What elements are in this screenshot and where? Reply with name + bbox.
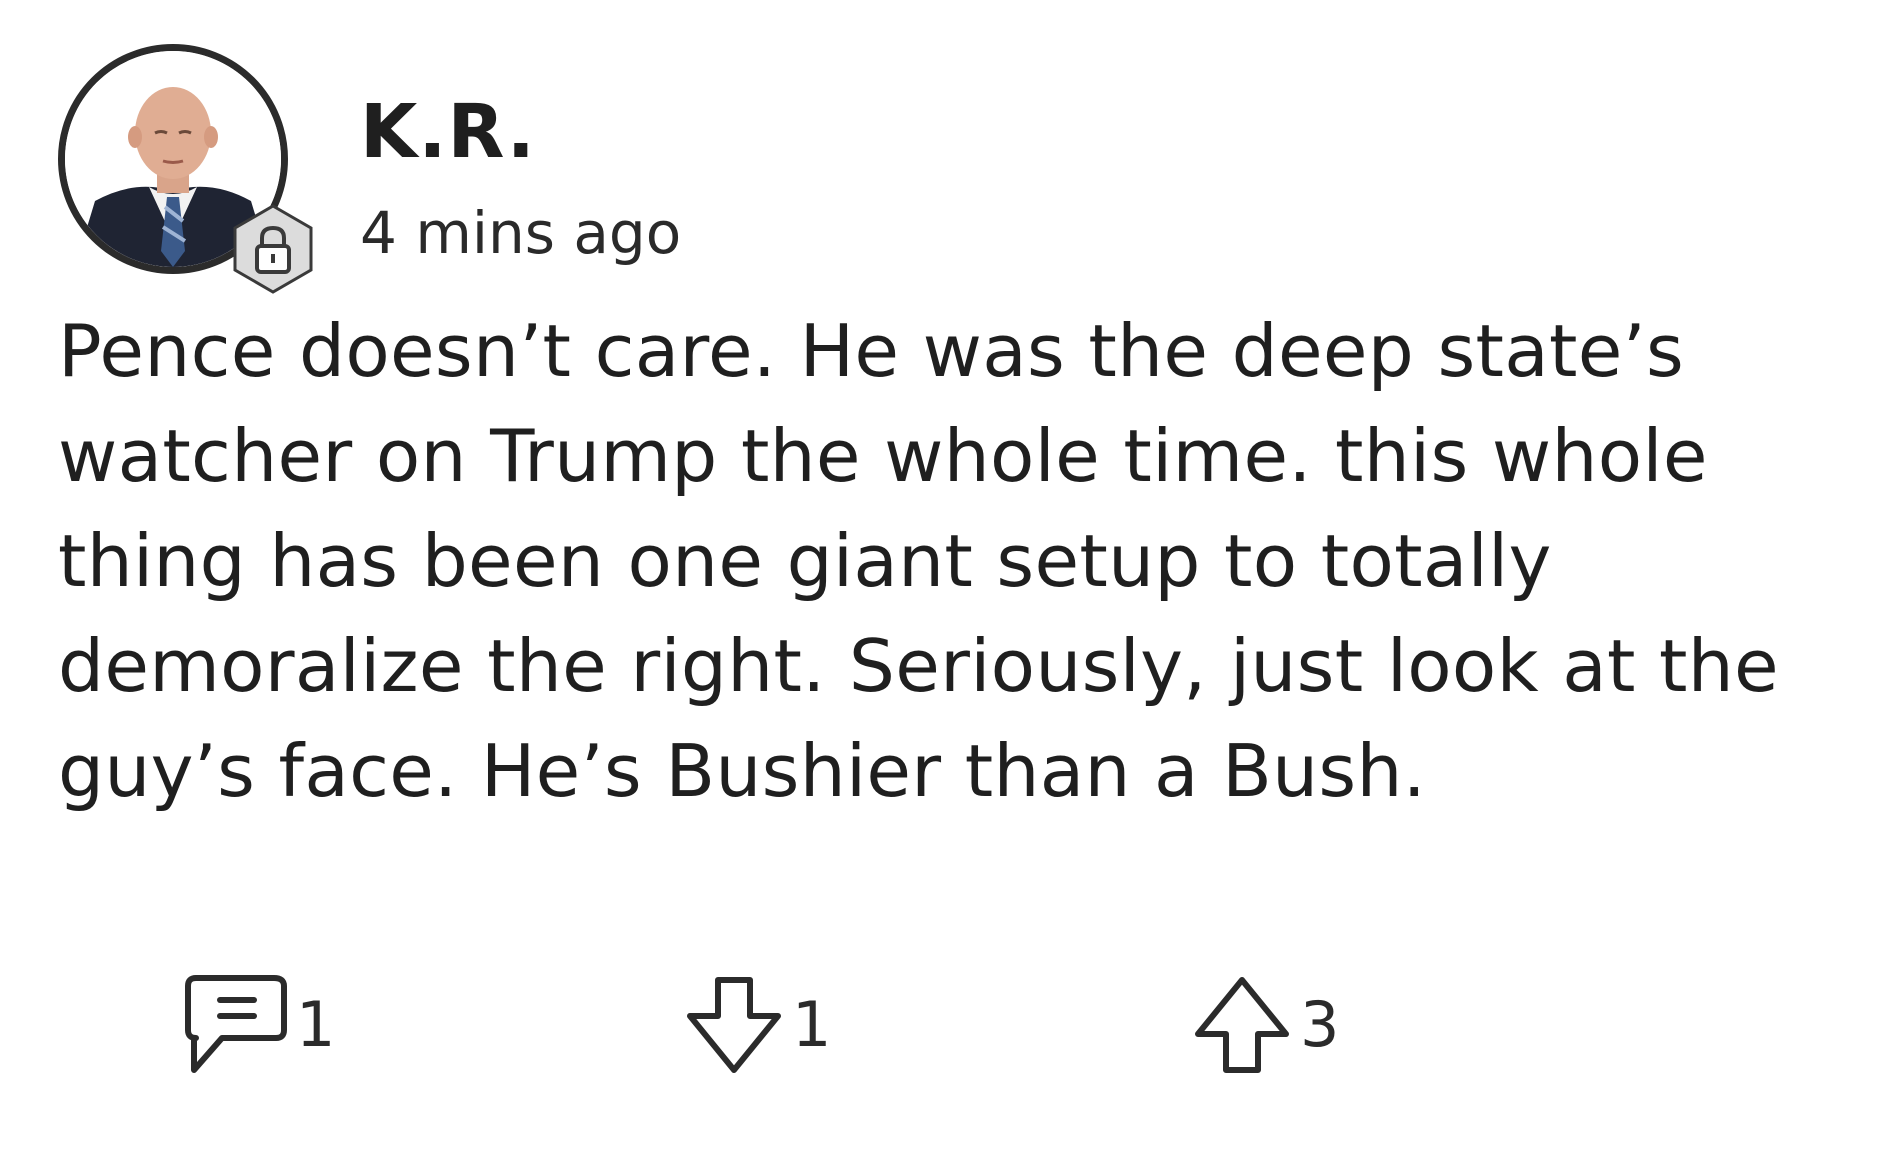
post-body: Pence doesn’t care. He was the deep stat… [58, 310, 1779, 814]
author-avatar-wrap[interactable] [58, 44, 313, 294]
downvote-count: 1 [792, 988, 832, 1061]
downvote-button[interactable]: 1 [680, 960, 831, 1090]
post-card: K.R. 4 mins ago Pence doesn’t care. He w… [0, 0, 1879, 1156]
author-name[interactable]: K.R. [360, 92, 536, 172]
comment-icon [185, 975, 287, 1073]
lock-icon [233, 204, 313, 294]
upvote-button[interactable]: 3 [1188, 960, 1339, 1090]
upvote-count: 3 [1300, 988, 1340, 1061]
post-timestamp: 4 mins ago [360, 199, 682, 267]
reply-count: 1 [296, 988, 336, 1061]
arrow-down-icon [687, 977, 781, 1073]
arrow-up-icon [1195, 977, 1289, 1073]
reply-button[interactable]: 1 [174, 960, 335, 1090]
post-actions: 1 1 3 [0, 960, 1879, 1090]
